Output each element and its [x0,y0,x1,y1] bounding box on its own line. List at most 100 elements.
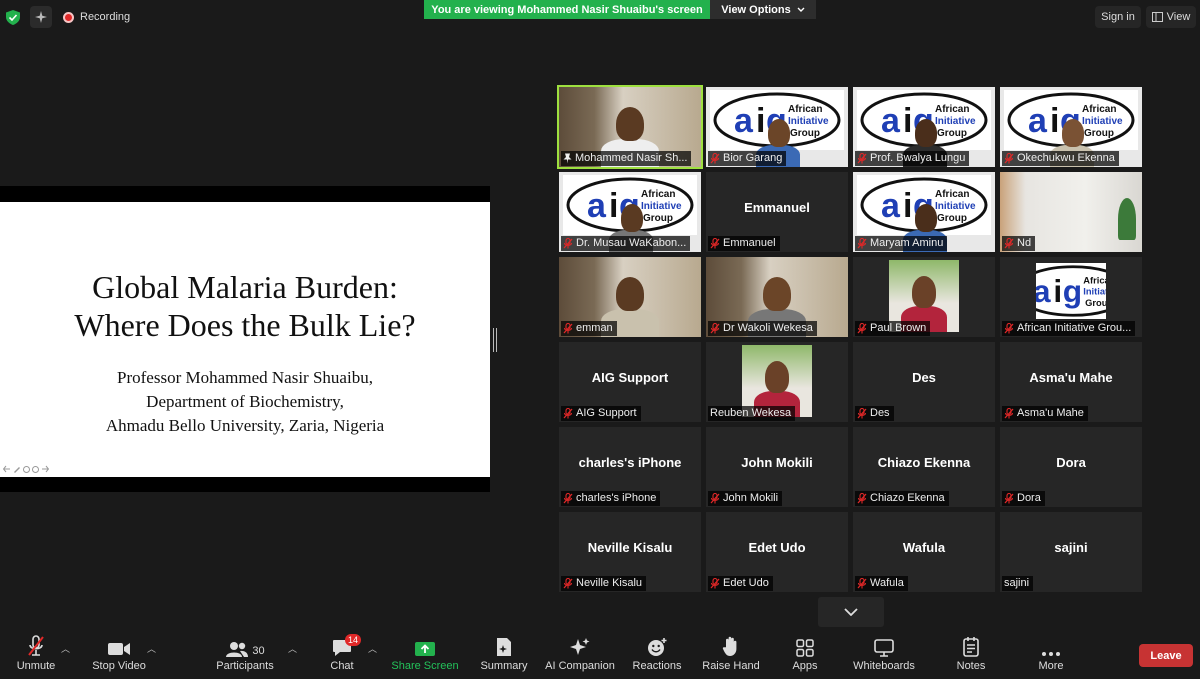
summary-button[interactable]: Summary [479,630,529,679]
leave-meeting-button[interactable]: Leave [1139,644,1193,667]
participant-name: Nd [1017,237,1032,249]
reactions-button[interactable]: Reactions [632,630,682,679]
participant-tile[interactable]: aigAfricanInitiativeGroupDr. Musau WaKab… [559,172,701,252]
stop-video-button[interactable]: Stop Video [89,630,149,679]
mic-muted-icon [857,322,867,334]
participants-button[interactable]: 30 Participants [215,630,275,679]
stop-video-label: Stop Video [92,660,146,672]
participant-tile[interactable]: Nd [1000,172,1142,252]
ai-companion-label: AI Companion [545,660,615,672]
participant-tile[interactable]: Des Des [853,342,995,422]
participant-tile[interactable]: sajini sajini [1000,512,1142,592]
participant-tile[interactable]: Neville Kisalu Neville Kisalu [559,512,701,592]
split-view-divider-handle[interactable] [493,328,497,352]
whiteboards-button[interactable]: Whiteboards [850,630,918,679]
shared-screen-area[interactable]: Global Malaria Burden: Where Does the Bu… [0,186,490,492]
svg-text:Initiative: Initiative [641,201,682,212]
ai-companion-button[interactable]: AI Companion [545,630,615,679]
pencil-icon[interactable] [13,465,21,473]
svg-text:Initiative: Initiative [788,116,829,127]
recording-label: Recording [80,11,131,23]
participant-tile[interactable]: aigAfricanInitiativeGroupProf. Bwalya Lu… [853,87,995,167]
participant-name-label: African Initiative Grou... [1002,321,1136,336]
participants-options-caret-icon[interactable]: ︿ [288,642,297,655]
ai-sparkle-icon[interactable] [30,6,52,28]
view-options-button[interactable]: View Options [710,0,816,19]
svg-text:i: i [756,102,765,140]
security-shield-icon[interactable] [6,10,20,25]
mic-muted-icon [563,322,573,334]
mic-muted-icon [563,407,573,419]
participant-tile[interactable]: charles's iPhone charles's iPhone [559,427,701,507]
participant-tile[interactable]: Reuben Wekesa [706,342,848,422]
audio-options-caret-icon[interactable]: ︿ [61,642,70,655]
participant-tile[interactable]: aigAfricanInitiativeGroupBior Garang [706,87,848,167]
participant-name: John Mokili [723,492,779,504]
participant-tile[interactable]: Edet Udo Edet Udo [706,512,848,592]
chat-options-caret-icon[interactable]: ︿ [368,642,377,655]
participant-tile[interactable]: Dr Wakoli Wekesa [706,257,848,337]
participant-tile[interactable]: Asma'u Mahe Asma'u Mahe [1000,342,1142,422]
slide-title: Global Malaria Burden: Where Does the Bu… [0,268,490,344]
zoom-out-icon[interactable] [32,465,39,473]
mic-muted-icon [857,407,867,419]
participant-face [616,277,644,311]
participant-tile[interactable]: AIG Support AIG Support [559,342,701,422]
participant-name: Paul Brown [870,322,927,334]
zoom-in-icon[interactable] [23,465,30,473]
participant-tile[interactable]: Emmanuel Emmanuel [706,172,848,252]
participant-tile[interactable]: Wafula Wafula [853,512,995,592]
slide-navigation-controls[interactable] [3,464,63,474]
share-screen-button[interactable]: Share Screen [391,630,459,679]
participant-name-label: Wafula [855,576,908,591]
participant-tile[interactable]: Dora Dora [1000,427,1142,507]
participant-tile[interactable]: emman [559,257,701,337]
mic-muted-icon [710,577,720,589]
mic-muted-icon [1004,407,1014,419]
participant-tile[interactable]: aigAfricanInitiativeGroupOkechukwu Ekenn… [1000,87,1142,167]
svg-text:Group: Group [790,128,820,139]
sign-in-button[interactable]: Sign in [1095,6,1141,28]
notes-button[interactable]: Notes [951,630,991,679]
participant-name-label: Asma'u Mahe [1002,406,1088,421]
mic-muted-icon [28,635,44,656]
apps-button[interactable]: Apps [785,630,825,679]
raise-hand-button[interactable]: Raise Hand [700,630,762,679]
svg-text:Initiative: Initiative [1083,287,1106,297]
participant-tile[interactable]: Paul Brown [853,257,995,337]
participant-name-label: Dr. Musau WaKabon... [561,236,691,251]
participant-name: African Initiative Grou... [1017,322,1132,334]
participant-display-name: Wafula [902,540,946,555]
more-button[interactable]: More [1031,630,1071,679]
participant-name: Mohammed Nasir Sh... [575,152,688,164]
participant-tile[interactable]: Chiazo Ekenna Chiazo Ekenna [853,427,995,507]
video-options-caret-icon[interactable]: ︿ [147,642,156,655]
gallery-next-page-button[interactable] [818,597,884,627]
participant-tile[interactable]: aigAfricanInitiativeGroupMaryam Aminu [853,172,995,252]
mic-muted-icon [857,577,867,589]
participant-tile[interactable]: a i g African Initiative Group African Initiat… [1000,257,1142,337]
participant-name-label: Dora [1002,491,1045,506]
participant-name: Reuben Wekesa [710,407,792,419]
mic-muted-icon [1004,322,1014,334]
view-button[interactable]: View [1146,6,1196,28]
participant-display-name: Chiazo Ekenna [877,455,971,470]
arrow-left-icon[interactable] [3,465,11,473]
svg-text:Group: Group [937,128,967,139]
video-camera-icon [108,643,130,655]
pin-icon [563,153,572,164]
participant-display-name: Edet Udo [748,540,806,555]
participant-name: Des [870,407,890,419]
arrow-right-icon[interactable] [41,465,49,473]
chat-label: Chat [330,660,354,672]
participant-tile[interactable]: Mohammed Nasir Sh... [557,85,703,169]
participant-tile[interactable]: John Mokili John Mokili [706,427,848,507]
unmute-button[interactable]: Unmute [14,630,58,679]
participant-name-label: emman [561,321,617,336]
participant-name: charles's iPhone [576,492,657,504]
participant-name: Wafula [870,577,904,589]
svg-text:African: African [935,104,969,115]
participant-name: Edet Udo [723,577,769,589]
ai-companion-sparkle-icon [570,638,590,655]
mic-muted-icon [563,492,573,504]
